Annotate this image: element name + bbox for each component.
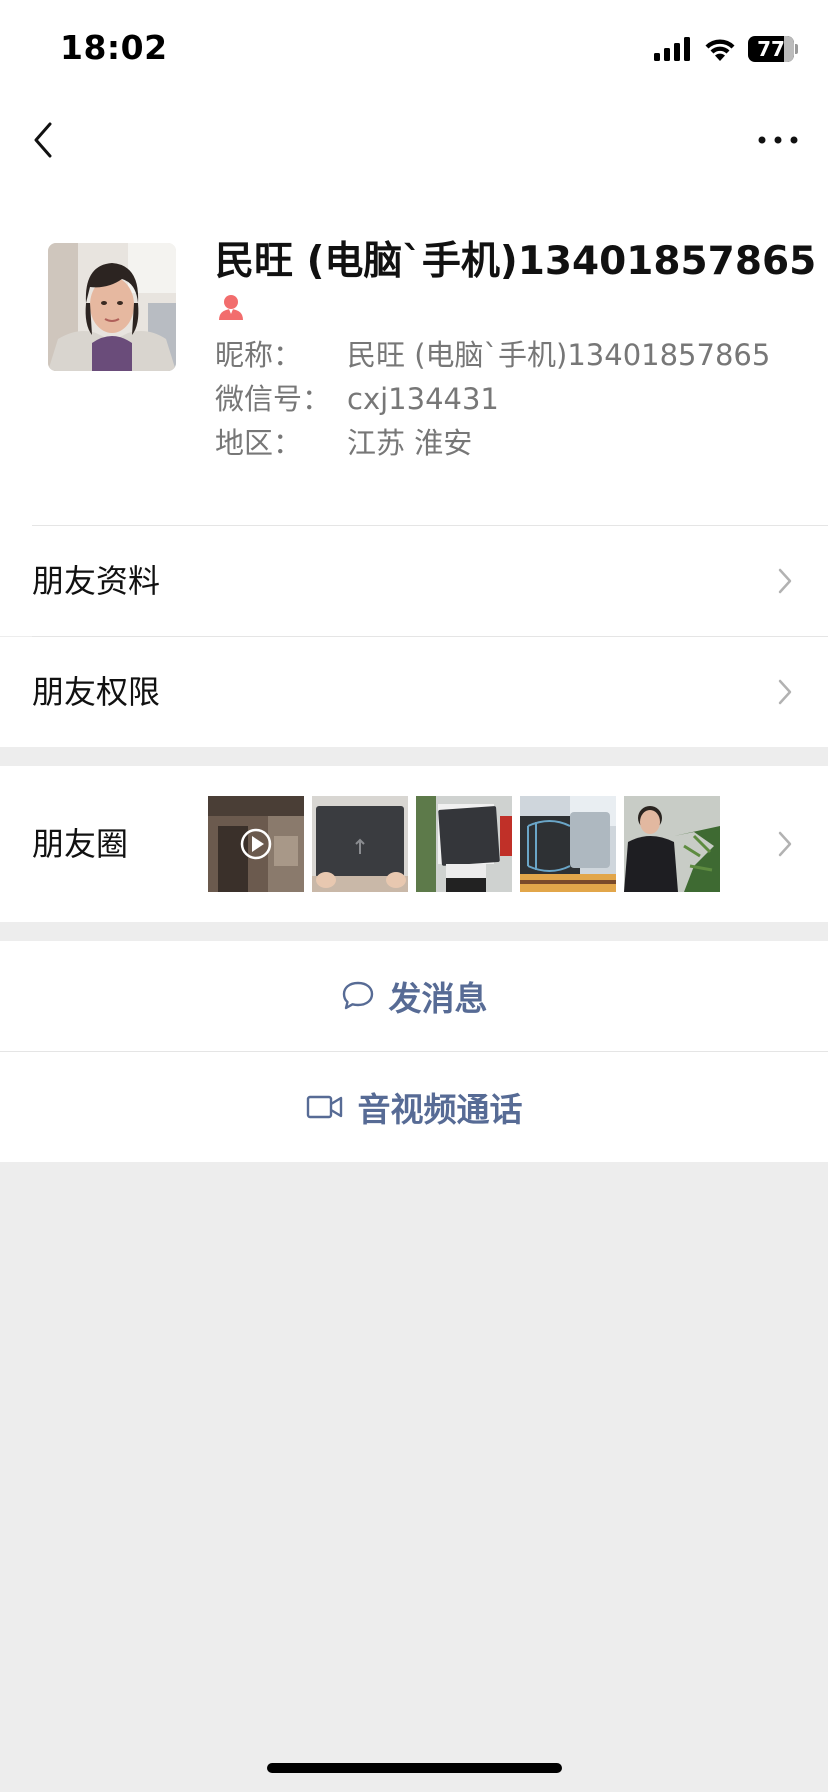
send-message-label: 发消息 [388, 979, 488, 1018]
wechat-id-label: 微信号： [215, 382, 332, 416]
nav-bar [0, 100, 828, 200]
battery-level: 77 [757, 37, 785, 61]
nickname-value: 民旺 (电脑`手机)13401857865 [347, 338, 771, 372]
chevron-right-icon [778, 679, 792, 705]
status-bar: 18:02 77 [0, 0, 828, 100]
moment-thumbnail[interactable] [312, 796, 408, 892]
wechat-id-value: cxj134431 [347, 382, 499, 416]
friend-info-item[interactable]: 朋友资料 [0, 526, 828, 636]
home-indicator[interactable] [267, 1763, 562, 1773]
moment-thumbnail[interactable] [520, 796, 616, 892]
signal-icon [654, 37, 690, 61]
chevron-right-icon [778, 568, 792, 594]
region-value: 江苏 淮安 [347, 426, 473, 460]
friend-permission-item[interactable]: 朋友权限 [0, 637, 828, 747]
status-icons: 77 [654, 32, 798, 66]
female-icon [219, 295, 243, 320]
more-icon[interactable] [754, 118, 802, 162]
friend-permission-label: 朋友权限 [32, 673, 161, 711]
wechat-id-row: 微信号： cxj134431 [215, 379, 499, 419]
moment-thumbnail[interactable] [208, 796, 304, 892]
friend-info-label: 朋友资料 [32, 562, 161, 600]
wifi-icon [705, 39, 735, 61]
region-row: 地区： 江苏 淮安 [215, 423, 472, 463]
profile-card: 民旺 (电脑`手机)13401857865 昵称： 民旺 (电脑`手机)13401… [0, 200, 828, 526]
moment-thumbnail[interactable] [624, 796, 720, 892]
moments-item[interactable]: 朋友圈 [0, 766, 828, 922]
moments-label: 朋友圈 [32, 825, 129, 863]
moment-thumbnail[interactable] [416, 796, 512, 892]
status-time: 18:02 [60, 28, 168, 67]
battery-icon: 77 [748, 36, 798, 62]
send-message-button[interactable]: 发消息 [0, 941, 828, 1051]
nickname-label: 昵称： [215, 338, 303, 372]
av-call-label: 音视频通话 [357, 1090, 523, 1129]
profile-name: 民旺 (电脑`手机)13401857865 [215, 239, 817, 284]
moments-thumbnails [208, 796, 720, 892]
av-call-button[interactable]: 音视频通话 [0, 1052, 828, 1162]
avatar[interactable] [48, 243, 176, 371]
chevron-right-icon [778, 831, 792, 857]
region-label: 地区： [215, 426, 303, 460]
chat-bubble-icon [342, 981, 373, 1010]
nickname-row: 昵称： 民旺 (电脑`手机)13401857865 [215, 335, 770, 375]
video-camera-icon [306, 1095, 342, 1119]
back-icon[interactable] [26, 118, 66, 162]
